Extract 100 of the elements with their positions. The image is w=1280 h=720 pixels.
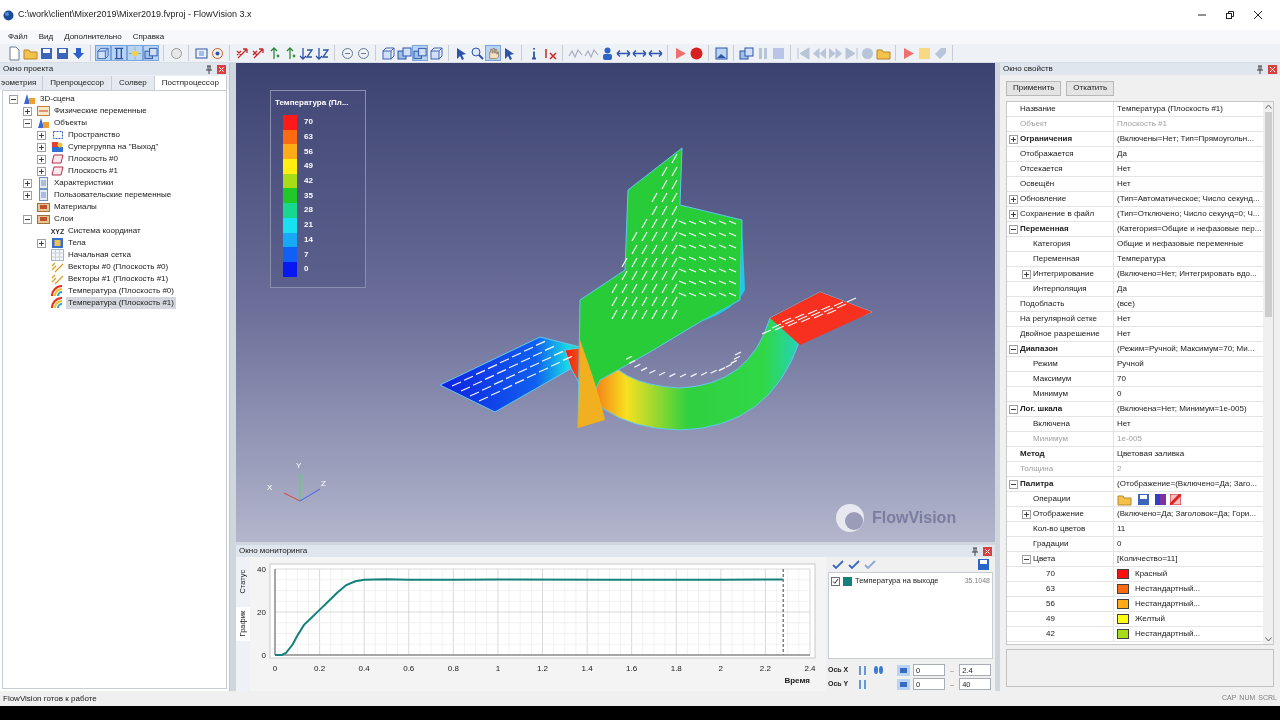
toolbar-button[interactable] [234,45,250,61]
menu-item[interactable]: Вид [38,31,54,43]
menu-item[interactable]: Справка [132,31,165,43]
toolbar-button[interactable] [111,45,127,61]
tree-item[interactable]: Тела [66,237,88,249]
legend-label: 56 [304,145,313,158]
tab[interactable]: Постпроцессор [154,76,227,90]
toolbar-button[interactable] [738,45,754,61]
tree-item[interactable]: Температура (Плоскость #0) [66,285,176,297]
check-icon[interactable] [864,559,876,570]
tree-item[interactable]: Температура (Плоскость #1) [66,297,176,309]
toolbar-button[interactable] [54,45,70,61]
gradient-icon[interactable] [1155,493,1166,505]
expand-icon[interactable] [37,238,46,248]
expand-icon[interactable] [37,130,46,140]
toolbar-button[interactable] [250,45,266,61]
tree-item[interactable]: Плоскость #1 [66,165,120,177]
tree-item[interactable]: Пользовательские переменные [52,189,174,201]
collapse-icon[interactable] [1022,555,1031,564]
toolbar-button[interactable] [380,45,396,61]
tick-label: 2.4 [804,664,816,673]
tree-item[interactable]: Плоскость #0 [66,153,120,165]
frame-icon [51,129,64,141]
property-value: 1e-005 [1117,433,1142,445]
expand-icon[interactable] [1022,510,1031,519]
expand-icon[interactable] [37,154,46,164]
expand-icon[interactable] [23,178,32,188]
collapse-icon[interactable] [23,118,32,128]
tree-item[interactable]: Характеристики [52,177,116,189]
tick-label: 2.2 [759,664,771,673]
toolbar-button[interactable] [469,45,485,61]
close-icon[interactable] [1253,10,1263,20]
tree-item[interactable]: Супергруппа на "Выход" [66,141,161,153]
tree-item[interactable]: Физические переменные [52,105,149,117]
toolbar-button[interactable] [428,45,444,61]
collapse-icon[interactable] [23,214,32,224]
tab[interactable]: Солвер [112,76,155,90]
menu-item[interactable]: Дополнительно [64,31,122,43]
collapse-icon[interactable] [9,94,18,104]
scroll-down-icon[interactable] [1264,637,1272,642]
tab[interactable]: Препроцессор [43,76,113,90]
check-icon[interactable] [832,559,844,570]
tree-item[interactable]: Начальная сетка [66,249,133,261]
tree-item[interactable]: Материалы [52,201,99,213]
tree-item[interactable]: Векторы #0 (Плоскость #0) [66,261,171,273]
expand-icon[interactable] [23,106,32,116]
pin-icon[interactable] [205,64,213,74]
toolbar-button[interactable] [38,45,54,61]
toolbar-button[interactable] [209,45,225,61]
tree-item[interactable]: Векторы #1 (Плоскость #1) [66,273,171,285]
property-value: Цветовая заливка [1117,448,1185,460]
tree-item[interactable]: Слои [52,213,76,225]
check-icon[interactable] [848,559,860,570]
action-button[interactable]: Применить [1006,80,1062,96]
checkbox[interactable] [831,576,840,586]
pin-icon[interactable] [971,546,979,556]
toolbar-button[interactable] [314,45,330,61]
toolbar-button[interactable] [688,45,704,61]
toolbar-button[interactable] [396,45,412,61]
tree-item[interactable]: Система координат [66,225,143,237]
menu-item[interactable]: Файл [8,31,28,43]
expand-icon[interactable] [1009,135,1018,144]
toolbar-button[interactable] [298,45,314,61]
collapse-icon[interactable] [1009,225,1018,234]
expand-icon[interactable] [1022,270,1031,279]
collapse-icon[interactable] [1009,345,1018,354]
cube-icon [380,45,396,61]
property-value: Да [1117,148,1127,160]
restore-icon[interactable] [1225,10,1235,20]
action-button[interactable]: Откатить [1066,80,1115,96]
tree-item[interactable]: 3D-сцена [38,93,77,105]
scroll-up-icon[interactable] [1264,104,1272,109]
scrollbar[interactable] [1263,102,1273,644]
expand-icon[interactable] [23,190,32,200]
tree-item[interactable]: Пространство [66,129,122,141]
property-value: (Включено=Да; Заголовок=Да; Гори... [1117,508,1256,520]
hatch-icon [51,273,64,285]
scroll-thumb[interactable] [1264,112,1272,317]
tree-item[interactable]: Объекты [52,117,89,129]
toolbar-button[interactable] [713,45,729,61]
pin-icon[interactable] [1256,64,1264,74]
toolbar-button[interactable] [355,45,371,61]
toolbar-button[interactable] [412,45,428,61]
toolbar-button[interactable] [339,45,355,61]
tab[interactable]: эометрия [0,76,44,90]
fit-icon[interactable] [897,664,910,676]
fit-icon[interactable] [897,678,910,690]
property-value: Температура [1117,253,1166,265]
expand-icon[interactable] [37,166,46,176]
toolbar-button[interactable] [143,45,159,61]
expand-icon[interactable] [1009,195,1018,204]
gradient-icon[interactable] [1170,493,1181,505]
expand-icon[interactable] [1009,210,1018,219]
toolbar-button[interactable] [95,45,111,61]
collapse-icon[interactable] [1009,405,1018,414]
toolbar-button[interactable] [6,45,22,61]
toolbar-button[interactable] [70,45,86,61]
status-message: FlowVision готов к работе [3,692,98,705]
collapse-icon[interactable] [1009,480,1018,489]
expand-icon[interactable] [37,142,46,152]
